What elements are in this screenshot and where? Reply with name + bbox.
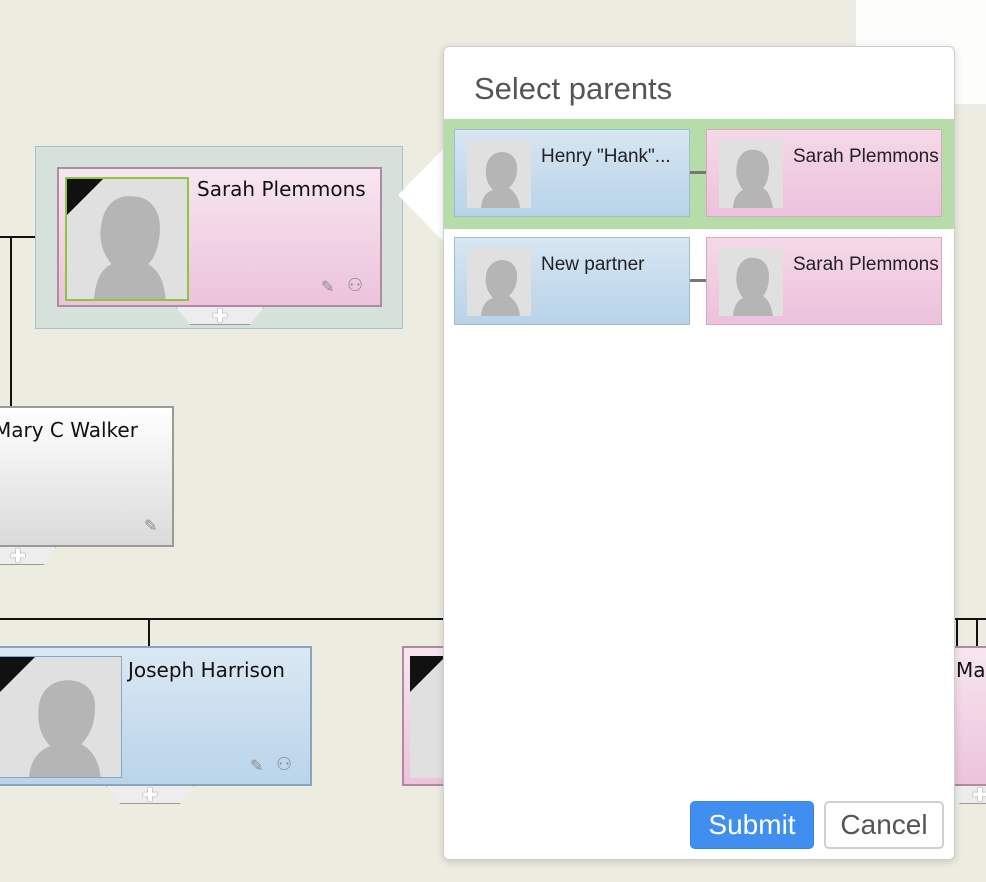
male-silhouette-icon bbox=[481, 260, 520, 316]
add-child-tab[interactable]: ✚ bbox=[106, 786, 194, 804]
tree-connector bbox=[956, 618, 958, 648]
add-child-tab[interactable]: ✚ bbox=[176, 307, 264, 325]
person-photo bbox=[65, 177, 189, 301]
parent-option-row[interactable]: New partner Sarah Plemmons bbox=[444, 229, 954, 339]
deceased-marker bbox=[0, 657, 35, 693]
male-silhouette-icon bbox=[481, 152, 520, 208]
parent1-name: Henry "Hank"... bbox=[541, 146, 671, 167]
person-name: Sarah Plemmons bbox=[197, 177, 366, 201]
parent2-name: Sarah Plemmons bbox=[793, 254, 939, 275]
parent1-name: New partner bbox=[541, 254, 645, 275]
person-photo bbox=[719, 248, 783, 316]
edit-icon[interactable]: ✎ bbox=[250, 756, 263, 776]
deceased-marker bbox=[410, 656, 446, 692]
tree-icon[interactable]: ⚇ bbox=[347, 275, 363, 296]
popup-pointer bbox=[398, 148, 444, 242]
person-photo bbox=[0, 656, 122, 778]
person-name: Joseph Harrison bbox=[128, 658, 285, 682]
person-photo bbox=[719, 140, 783, 208]
couple-connector bbox=[690, 171, 706, 174]
edit-icon[interactable]: ✎ bbox=[321, 277, 334, 297]
parent1-card: New partner bbox=[454, 237, 690, 325]
add-child-tab[interactable]: ✚ bbox=[950, 786, 986, 804]
person-card-joseph-harrison[interactable]: Joseph Harrison ✎ ⚇ bbox=[0, 646, 312, 786]
tree-connector bbox=[148, 618, 150, 648]
select-parents-popup: Select parents Henry "Hank"... Sarah Ple… bbox=[443, 46, 955, 860]
parent-option-row[interactable]: Henry "Hank"... Sarah Plemmons bbox=[444, 119, 954, 229]
submit-button[interactable]: Submit bbox=[690, 801, 814, 849]
person-name: Ma bbox=[956, 658, 986, 682]
parent1-card: Henry "Hank"... bbox=[454, 129, 690, 217]
popup-title: Select parents bbox=[474, 71, 673, 106]
person-photo bbox=[467, 140, 531, 208]
female-silhouette-icon bbox=[733, 257, 773, 316]
deceased-marker bbox=[67, 179, 103, 215]
person-card-partial-right[interactable]: Ma bbox=[950, 646, 986, 786]
couple-connector bbox=[690, 279, 706, 282]
parent2-card: Sarah Plemmons bbox=[706, 237, 942, 325]
add-icon: ✚ bbox=[972, 785, 986, 805]
person-photo bbox=[467, 248, 531, 316]
tree-connector bbox=[10, 236, 12, 406]
parent2-card: Sarah Plemmons bbox=[706, 129, 942, 217]
cancel-button[interactable]: Cancel bbox=[824, 801, 944, 849]
person-name: Mary C Walker bbox=[0, 418, 138, 442]
edit-icon[interactable]: ✎ bbox=[144, 516, 157, 536]
person-card-sarah-plemmons[interactable]: Sarah Plemmons ✎ ⚇ bbox=[57, 167, 382, 307]
person-card-mary-c-walker[interactable]: Mary C Walker ✎ bbox=[0, 406, 174, 547]
add-child-tab[interactable]: ✚ bbox=[0, 547, 56, 565]
add-icon: ✚ bbox=[212, 306, 228, 326]
tree-icon[interactable]: ⚇ bbox=[276, 754, 292, 775]
tree-connector bbox=[976, 618, 978, 648]
add-icon: ✚ bbox=[10, 546, 26, 566]
parent2-name: Sarah Plemmons bbox=[793, 146, 939, 167]
add-icon: ✚ bbox=[142, 785, 158, 805]
female-silhouette-icon bbox=[733, 149, 773, 208]
